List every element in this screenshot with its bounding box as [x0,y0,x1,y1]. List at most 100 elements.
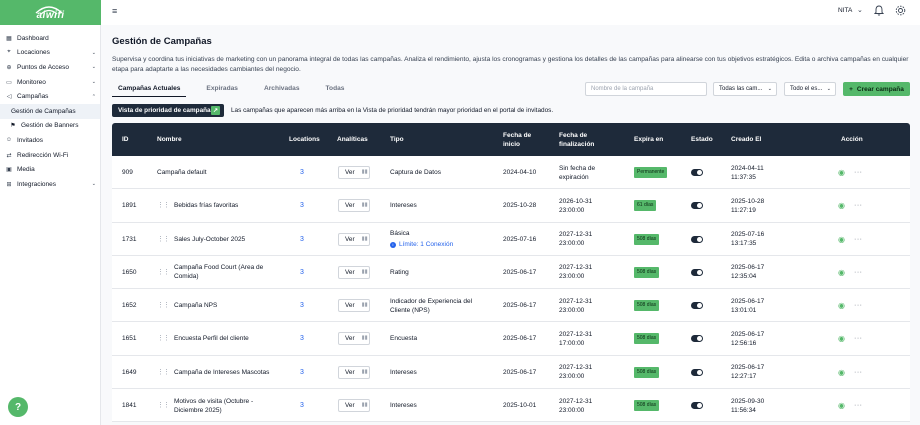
tab-archivadas[interactable]: Archivadas [258,83,306,97]
view-analytics-button[interactable]: Ver ▮▮ [338,232,370,246]
more-options-icon[interactable]: ··· [854,301,863,310]
locations-link[interactable]: 3 [300,301,304,310]
cell-locations: 3 [300,189,304,222]
bar-chart-icon: ▮▮ [361,302,368,309]
view-analytics-button[interactable]: Ver ▮▮ [338,265,370,279]
locations-link[interactable]: 3 [300,201,304,210]
tab-todas[interactable]: Todas [320,83,351,97]
col-type[interactable]: Tipo [390,123,404,156]
view-analytics-button[interactable]: Ver ▮▮ [338,399,370,413]
sidebar-item-campa-as[interactable]: ◁ Campañas ⌃ [0,89,100,104]
cell-action: ◉ ··· [838,356,862,389]
col-end[interactable]: Fecha de finalización [559,123,601,156]
eye-icon[interactable]: ◉ [838,201,845,210]
status-toggle[interactable] [691,169,703,176]
user-name[interactable]: NITA [838,7,852,14]
tab-expiradas[interactable]: Expiradas [200,83,244,97]
locations-link[interactable]: 3 [300,168,304,177]
more-options-icon[interactable]: ··· [854,334,863,343]
status-toggle[interactable] [691,235,703,243]
start-date: 2025-06-17 [503,368,537,376]
drag-handle-icon[interactable]: ⋮⋮ [157,235,170,244]
chevron-down-icon[interactable]: ⌄ [857,6,863,14]
col-created[interactable]: Creado El [731,123,761,156]
eye-icon[interactable]: ◉ [838,401,845,410]
status-toggle[interactable] [691,368,703,376]
view-label: Ver [345,202,355,210]
view-analytics-button[interactable]: Ver ▮▮ [338,166,370,179]
locations-link[interactable]: 3 [300,368,304,377]
sidebar-item-redirecci-n-wi-fi[interactable]: ⇄ Redirección Wi-Fi [0,148,100,163]
status-toggle[interactable] [691,335,703,343]
status-toggle[interactable] [691,402,703,410]
sidebar-item-invitados[interactable]: ☺ Invitados [0,133,100,148]
col-expires[interactable]: Expira en [634,123,663,156]
sidebar-item-integraciones[interactable]: ⊞ Integraciones ⌄ [0,177,100,192]
col-name[interactable]: Nombre [157,123,182,156]
gear-icon[interactable] [895,5,906,16]
drag-handle-icon[interactable]: ⋮⋮ [157,301,170,310]
drag-handle-icon[interactable]: ⋮⋮ [157,268,170,277]
type-wrapper: Intereses [390,401,417,410]
view-analytics-button[interactable]: Ver ▮▮ [338,299,370,313]
eye-icon[interactable]: ◉ [838,235,845,244]
cell-name: ⋮⋮ Campaña de Intereses Mascotas [157,356,277,389]
sidebar-item-locaciones[interactable]: ⌖ Locaciones ⌄ [0,46,100,61]
eye-icon[interactable]: ◉ [838,301,845,310]
more-options-icon[interactable]: ··· [854,401,863,410]
menu-icon[interactable]: ≡ [112,6,117,16]
campaign-type: Captura de Datos [390,169,441,176]
status-toggle[interactable] [691,302,703,310]
more-options-icon[interactable]: ··· [854,201,863,210]
eye-icon[interactable]: ◉ [838,268,845,277]
locations-link[interactable]: 3 [300,268,304,277]
more-options-icon[interactable]: ··· [854,368,863,377]
status-toggle[interactable] [691,268,703,276]
drag-handle-icon[interactable]: ⋮⋮ [157,401,170,410]
cell-end: 2026-10-31 23:00:00 [559,189,607,222]
locations-link[interactable]: 3 [300,235,304,244]
view-analytics-button[interactable]: Ver ▮▮ [338,365,370,379]
state-filter-select[interactable]: Todo el es... ⌄ [784,82,836,96]
integrations-icon: ⊞ [6,181,12,188]
sidebar-item-dashboard[interactable]: ▦ Dashboard [0,31,100,46]
more-options-icon[interactable]: ··· [854,235,863,244]
tab-actuales[interactable]: Campañas Actuales [112,83,187,97]
help-button[interactable]: ? [8,397,28,417]
more-options-icon[interactable]: ··· [854,268,863,277]
eye-icon[interactable]: ◉ [838,334,845,343]
eye-icon[interactable]: ◉ [838,368,845,377]
created-date: 2025-06-17 12:35:04 [731,264,765,281]
end-date: 2026-10-31 23:00:00 [559,197,593,214]
drag-handle-icon[interactable]: ⋮⋮ [157,368,170,377]
sidebar-item-monitoreo[interactable]: ▭ Monitoreo ⌄ [0,75,100,90]
col-id[interactable]: ID [122,123,129,156]
status-toggle[interactable] [691,202,703,210]
sidebar-item-media[interactable]: ▣ Media [0,162,100,177]
sidebar-item-puntos-de-acceso[interactable]: ⊕ Puntos de Acceso ⌄ [0,60,100,75]
cell-start: 2025-06-17 [503,289,536,322]
created-date: 2025-07-16 13:17:35 [731,231,765,248]
type-filter-select[interactable]: Todas las cam... ⌄ [713,82,777,96]
created-date: 2025-06-17 12:56:16 [731,330,765,347]
campaign-type: Encuesta [390,335,418,343]
sidebar-subitem-gesti-n-de-banners[interactable]: ⚑ Gestión de Banners [0,119,100,134]
sidebar-subitem-gesti-n-de-campa-as[interactable]: Gestión de Campañas [0,103,100,119]
more-options-icon[interactable]: ··· [854,168,863,177]
campaign-name: Campaña Food Court (Area de Comida) [174,264,264,281]
cell-analytics: Ver ▮▮ [338,389,370,422]
bell-icon[interactable] [874,5,884,16]
view-analytics-button[interactable]: Ver ▮▮ [338,199,370,213]
drag-handle-icon[interactable]: ⋮⋮ [157,334,170,343]
eye-icon[interactable]: ◉ [838,168,845,177]
logo[interactable]: aiwifi [0,0,101,25]
sidebar: aiwifi ▦ Dashboard ⌖ Locaciones ⌄ ⊕ Puntos de … [0,0,101,425]
search-input[interactable]: Nombre de la campaña [585,82,707,96]
locations-link[interactable]: 3 [300,401,304,410]
priority-view-button[interactable]: Vista de prioridad de campaña ↗ [112,104,224,117]
create-campaign-button[interactable]: + Crear campaña [843,82,910,96]
drag-handle-icon[interactable]: ⋮⋮ [157,201,170,210]
view-analytics-button[interactable]: Ver ▮▮ [338,332,370,346]
col-start[interactable]: Fecha de inicio [503,123,541,156]
locations-link[interactable]: 3 [300,334,304,343]
